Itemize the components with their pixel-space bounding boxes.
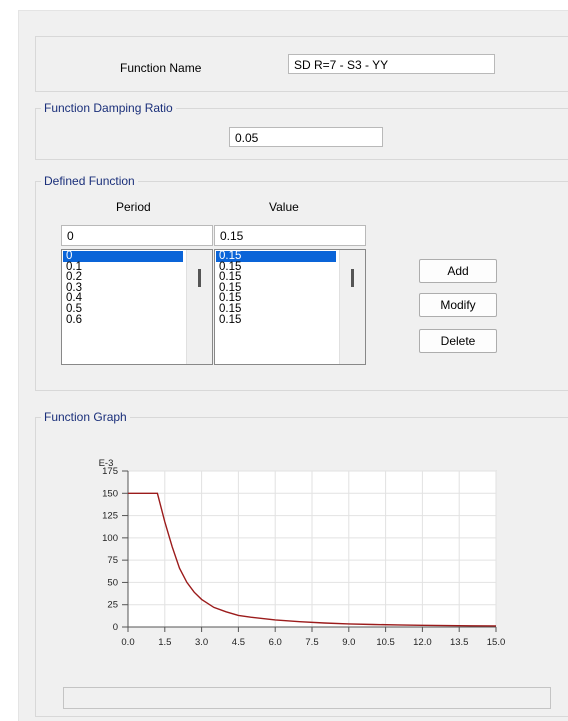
function-graph-chart: 0.0 1.5 3.0 4.5 6.0 7.5 9.0 10.5 12.0 13.5 15.0175… (99, 458, 506, 648)
period-list-item[interactable]: 0 (63, 250, 183, 262)
function-name-input[interactable]: SD R=7 - S3 - YY (288, 54, 495, 74)
x-tick-label: 9.0 (342, 637, 355, 648)
y-tick-label: 150 (102, 488, 118, 499)
value-listbox[interactable]: 0.15 0.15 0.15 0.15 0.15 0.15 0.15 (214, 249, 366, 365)
y-tick-label: 25 (107, 600, 118, 611)
value-list-item[interactable]: 0.15 (216, 303, 336, 315)
y-tick-label: 75 (107, 555, 118, 566)
period-list-item[interactable]: 0.5 (63, 303, 183, 315)
period-scrollbar[interactable] (186, 250, 212, 364)
y-multiplier-label: E-3 (99, 458, 114, 469)
value-list-items: 0.15 0.15 0.15 0.15 0.15 0.15 0.15 (216, 250, 336, 326)
period-listbox[interactable]: 0 0.1 0.2 0.3 0.4 0.5 0.6 (61, 249, 213, 365)
value-scrollbar[interactable] (339, 250, 365, 364)
delete-button[interactable]: Delete (419, 329, 497, 353)
period-scroll-thumb[interactable] (198, 269, 201, 287)
value-header: Value (269, 200, 299, 214)
period-list-item[interactable]: 0.6 (63, 314, 183, 326)
function-name-label: Function Name (120, 61, 202, 75)
x-tick-label: 6.0 (269, 637, 282, 648)
x-tick-label: 1.5 (158, 637, 171, 648)
value-list-item[interactable]: 0.15 (216, 250, 336, 262)
modify-button[interactable]: Modify (419, 293, 497, 317)
damping-ratio-input[interactable]: 0.05 (229, 127, 383, 147)
x-tick-label: 10.5 (376, 637, 395, 648)
y-tick-label: 50 (107, 577, 118, 588)
period-list-items: 0 0.1 0.2 0.3 0.4 0.5 0.6 (63, 250, 183, 326)
period-header: Period (116, 200, 151, 214)
function-graph-legend: Function Graph (41, 410, 130, 424)
value-scroll-thumb[interactable] (351, 269, 354, 287)
value-list-item[interactable]: 0.15 (216, 314, 336, 326)
y-tick-label: 125 (102, 511, 118, 522)
x-tick-label: 13.5 (450, 637, 469, 648)
function-graph: 0.0 1.5 3.0 4.5 6.0 7.5 9.0 10.5 12.0 13.5 15.0 175… (79, 449, 519, 649)
x-tick-label: 3.0 (195, 637, 208, 648)
x-tick-label: 7.5 (305, 637, 318, 648)
period-input[interactable]: 0 (61, 225, 213, 246)
x-tick-label: 15.0 (487, 637, 506, 648)
y-tick-label: 0 (113, 622, 118, 633)
x-tick-label: 4.5 (232, 637, 245, 648)
x-tick-label: 12.0 (413, 637, 432, 648)
response-spectrum-dialog: Function Name SD R=7 - S3 - YY Function … (18, 10, 568, 721)
y-tick-label: 100 (102, 533, 118, 544)
graph-status-field (63, 687, 551, 709)
defined-function-legend: Defined Function (41, 174, 138, 188)
damping-legend: Function Damping Ratio (41, 101, 176, 115)
add-button[interactable]: Add (419, 259, 497, 283)
value-input[interactable]: 0.15 (214, 225, 366, 246)
x-tick-label: 0.0 (121, 637, 134, 648)
